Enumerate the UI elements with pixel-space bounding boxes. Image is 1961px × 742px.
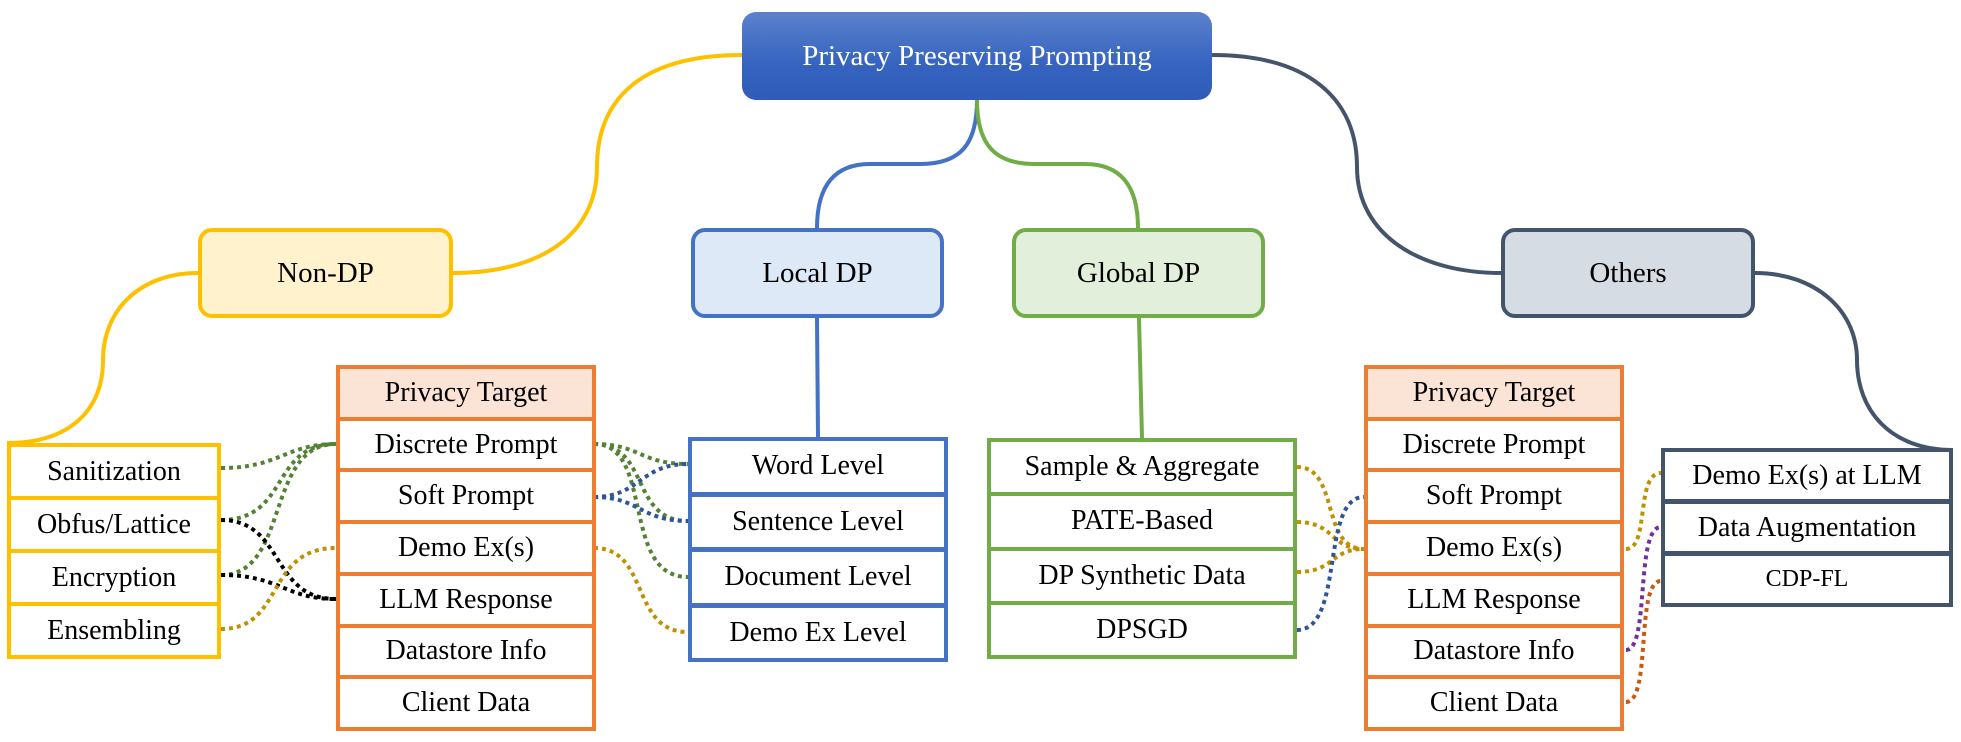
category-local-dp: Local DP <box>691 228 944 318</box>
list-item: Demo Ex(s) <box>1368 520 1620 572</box>
list-item: PATE-Based <box>991 492 1293 547</box>
link-datastore-data-augmentation <box>1625 525 1662 652</box>
list-item: DP Synthetic Data <box>991 546 1293 601</box>
link-discrete-prompt-word-level <box>593 442 689 466</box>
link-dpsgd-soft-prompt <box>1296 495 1365 632</box>
list-item: Demo Ex Level <box>692 602 944 658</box>
list-item: Sentence Level <box>692 491 944 547</box>
branch-global-dp-to-list <box>1137 317 1144 439</box>
privacy-target-header: Privacy Target <box>1368 369 1620 417</box>
list-item: Word Level <box>692 441 944 492</box>
list-item: Soft Prompt <box>1368 468 1620 521</box>
link-soft-prompt-word-level <box>593 462 689 499</box>
list-item: Sanitization <box>11 447 217 496</box>
non-dp-method-list: Sanitization Obfus/Lattice Encryption En… <box>7 443 221 659</box>
global-dp-method-list: Sample & Aggregate PATE-Based DP Synthet… <box>987 438 1297 659</box>
list-item: Sample & Aggregate <box>991 442 1293 493</box>
list-item: Demo Ex(s) <box>340 520 592 572</box>
category-global-dp: Global DP <box>1012 228 1265 318</box>
list-item: Ensembling <box>11 602 217 655</box>
list-item: DPSGD <box>991 600 1293 655</box>
list-item: Datastore Info <box>340 623 592 676</box>
list-item: Obfus/Lattice <box>11 496 217 549</box>
privacy-taxonomy-diagram: Privacy Preserving Prompting Non-DP Loca… <box>0 0 1961 742</box>
category-label: Non-DP <box>277 256 374 289</box>
category-non-dp: Non-DP <box>198 228 453 318</box>
list-item: Demo Ex(s) at LLM <box>1665 452 1949 499</box>
list-item: Client Data <box>340 675 592 728</box>
privacy-target-left: Privacy Target Discrete Prompt Soft Prom… <box>336 365 596 731</box>
local-dp-method-list: Word Level Sentence Level Document Level… <box>688 437 948 662</box>
list-item: LLM Response <box>340 571 592 624</box>
link-demo-ex-demo-ex-level <box>593 546 689 634</box>
branch-root-to-global-dp <box>975 99 1140 229</box>
root-title: Privacy Preserving Prompting <box>802 39 1152 72</box>
branch-local-dp-to-list <box>815 317 820 438</box>
link-encryption-discrete-prompt <box>220 442 337 577</box>
list-item: Discrete Prompt <box>1368 416 1620 469</box>
branch-root-to-local-dp <box>815 99 979 229</box>
branch-others-to-list <box>1754 271 1954 452</box>
privacy-target-right: Privacy Target Discrete Prompt Soft Prom… <box>1364 365 1624 731</box>
list-item: Soft Prompt <box>340 468 592 521</box>
connector-layer <box>6 53 1954 704</box>
link-sample-aggregate-demo-ex <box>1296 465 1365 551</box>
category-others: Others <box>1501 228 1755 318</box>
category-label: Others <box>1589 256 1667 289</box>
link-pate-demo-ex <box>1296 520 1365 551</box>
list-item: Datastore Info <box>1368 623 1620 676</box>
list-item: LLM Response <box>1368 571 1620 624</box>
list-item: Data Augmentation <box>1665 499 1949 551</box>
branch-non-dp-to-list <box>6 271 199 445</box>
category-label: Local DP <box>762 256 873 289</box>
category-label: Global DP <box>1076 256 1201 289</box>
list-item: CDP-FL <box>1665 551 1949 603</box>
others-method-list: Demo Ex(s) at LLM Data Augmentation CDP-… <box>1661 448 1953 607</box>
privacy-target-header: Privacy Target <box>340 369 592 417</box>
link-demo-ex-demo-ex-at-llm <box>1625 471 1662 551</box>
list-item: Discrete Prompt <box>340 416 592 469</box>
list-item: Client Data <box>1368 675 1620 728</box>
list-item: Document Level <box>692 547 944 603</box>
root-node: Privacy Preserving Prompting <box>742 12 1212 100</box>
list-item: Encryption <box>11 549 217 602</box>
